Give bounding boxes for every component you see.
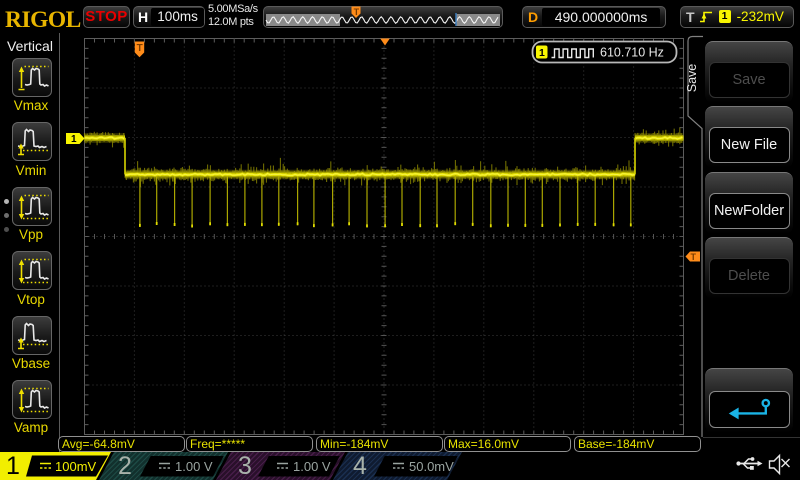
svg-text:T: T (137, 43, 143, 54)
svg-text:1: 1 (539, 47, 545, 59)
svg-text:1: 1 (71, 134, 77, 145)
svg-text:Save: Save (685, 64, 699, 93)
svg-text:T: T (354, 7, 360, 17)
svg-text:610.710 Hz: 610.710 Hz (600, 46, 664, 60)
svg-text:T: T (691, 252, 697, 262)
